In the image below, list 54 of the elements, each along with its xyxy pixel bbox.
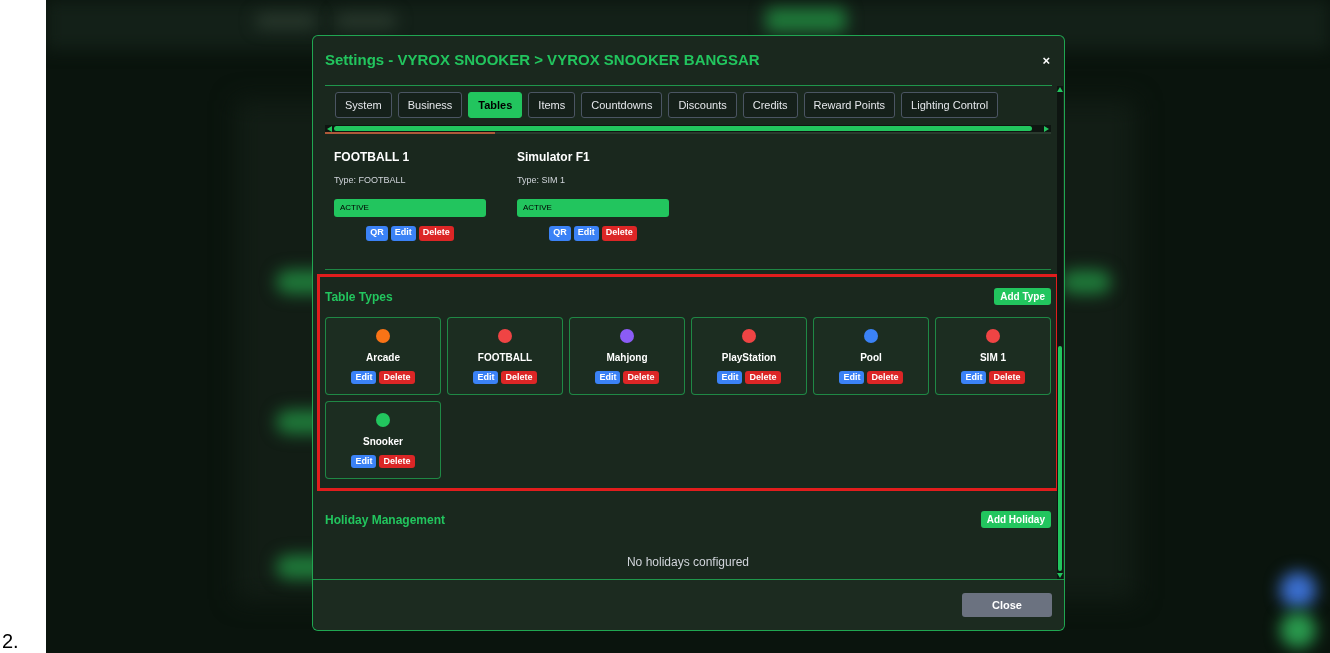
delete-button[interactable]: Delete [501, 370, 537, 384]
action-button[interactable]: QR [366, 225, 388, 241]
table-name: Simulator F1 [517, 149, 591, 166]
delete-button[interactable]: Delete [745, 370, 781, 384]
action-button[interactable]: Edit [351, 454, 377, 468]
tab[interactable]: Tables [468, 92, 523, 118]
scroll-up-icon[interactable] [1057, 87, 1063, 92]
delete-button[interactable]: Delete [867, 370, 903, 384]
type-name: Arcade [366, 350, 400, 365]
close-button[interactable]: Close [962, 593, 1052, 617]
close-button[interactable]: × [1042, 50, 1050, 71]
type-name: Snooker [363, 434, 403, 449]
tab[interactable]: Countdowns [581, 92, 663, 118]
type-name: Pool [860, 350, 882, 365]
status-badge: ACTIVE [334, 198, 486, 217]
dialog-title: Settings - VYROX SNOOKER > VYROX SNOOKER BANGSAR [325, 50, 760, 71]
tab[interactable]: Items [528, 92, 576, 118]
action-button[interactable]: Edit [961, 370, 987, 384]
table-type: Type: SIM 1 [517, 174, 567, 187]
delete-button[interactable]: Delete [989, 370, 1025, 384]
tab[interactable]: Business [397, 92, 463, 118]
type-name: FOOTBALL [477, 350, 533, 365]
delete-button[interactable]: Delete [623, 370, 659, 384]
tab[interactable]: Reward Points [803, 92, 896, 118]
tab[interactable]: Lighting Control [901, 92, 999, 118]
action-button[interactable]: Edit [473, 370, 499, 384]
action-button[interactable]: Edit [839, 370, 865, 384]
status-badge: ACTIVE [517, 198, 669, 217]
table-type: Type: FOOTBALL [334, 174, 407, 187]
scroll-left-icon[interactable] [327, 125, 332, 132]
scroll-right-icon[interactable] [1044, 125, 1049, 132]
type-name: Mahjong [606, 350, 648, 365]
type-name: PlayStation [721, 350, 777, 365]
delete-button[interactable]: Delete [379, 454, 415, 468]
section-title: Table Types [325, 288, 393, 306]
horizontal-scrollbar[interactable] [325, 125, 1051, 132]
tab[interactable]: System [335, 92, 392, 118]
action-button[interactable]: Edit [717, 370, 743, 384]
section-title: Holiday Management [325, 511, 446, 529]
action-button[interactable]: Edit [351, 370, 377, 384]
delete-button[interactable]: Delete [379, 370, 415, 384]
delete-button[interactable]: Delete [601, 225, 637, 241]
delete-button[interactable]: Delete [418, 225, 454, 241]
tab[interactable]: Discounts [668, 92, 737, 118]
action-button[interactable]: Edit [595, 370, 621, 384]
action-button[interactable]: Edit [573, 225, 599, 241]
list-number: 2. [2, 631, 19, 651]
action-button[interactable]: Edit [390, 225, 416, 241]
action-button[interactable]: QR [549, 225, 571, 241]
empty-message: No holidays configured [626, 553, 750, 571]
tab[interactable]: Credits [742, 92, 798, 118]
type-name: SIM 1 [979, 350, 1007, 365]
table-name: FOOTBALL 1 [334, 149, 411, 166]
vertical-scrollbar[interactable] [1057, 86, 1063, 579]
